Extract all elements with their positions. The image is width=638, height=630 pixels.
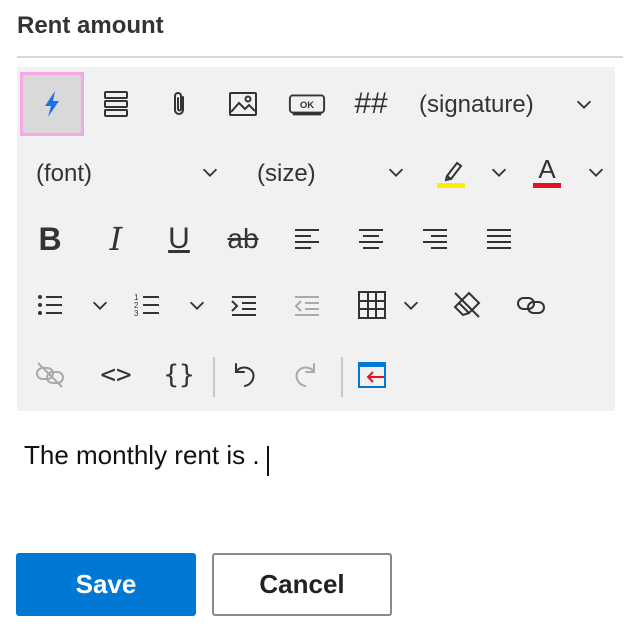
layout-button[interactable] bbox=[86, 74, 146, 134]
align-center-icon bbox=[359, 229, 383, 249]
justify-button[interactable] bbox=[469, 209, 529, 269]
ok-button-icon: OK bbox=[288, 94, 326, 116]
redo-button[interactable] bbox=[277, 345, 337, 405]
field-title: Rent amount bbox=[17, 12, 164, 39]
signature-dropdown-toggle[interactable] bbox=[554, 74, 614, 134]
strikethrough-button[interactable]: ab bbox=[213, 209, 273, 269]
insert-table-dropdown-toggle[interactable] bbox=[381, 275, 441, 335]
chevron-down-icon bbox=[202, 168, 218, 177]
remove-link-button[interactable] bbox=[20, 345, 80, 405]
outdent-icon bbox=[294, 296, 319, 316]
numbered-list-icon: 123 bbox=[134, 293, 159, 318]
italic-button[interactable]: I bbox=[86, 209, 146, 269]
indent-button[interactable] bbox=[214, 275, 274, 335]
quick-insert-button[interactable] bbox=[20, 72, 84, 136]
svg-text:OK: OK bbox=[300, 100, 314, 111]
underline-icon: U bbox=[168, 222, 190, 255]
code-icon: <> bbox=[100, 360, 132, 390]
insert-token-button[interactable]: {} bbox=[149, 345, 209, 405]
braces-icon: {} bbox=[163, 360, 195, 390]
title-divider bbox=[17, 56, 623, 58]
chevron-down-icon bbox=[491, 168, 507, 177]
align-right-icon bbox=[423, 229, 447, 249]
lightning-icon bbox=[45, 91, 59, 117]
undo-button[interactable] bbox=[213, 345, 273, 405]
code-view-button[interactable]: <> bbox=[86, 345, 146, 405]
image-icon bbox=[229, 92, 257, 116]
paperclip-icon bbox=[174, 92, 184, 115]
redo-icon bbox=[295, 363, 315, 387]
signature-dropdown[interactable]: (signature) bbox=[419, 91, 534, 119]
save-button[interactable]: Save bbox=[16, 553, 196, 616]
align-center-button[interactable] bbox=[341, 209, 401, 269]
outdent-button[interactable] bbox=[277, 275, 337, 335]
clear-formatting-icon bbox=[453, 291, 481, 318]
chevron-down-icon bbox=[403, 301, 419, 310]
link-icon bbox=[517, 297, 545, 314]
undo-icon bbox=[235, 363, 255, 387]
align-right-button[interactable] bbox=[405, 209, 465, 269]
chevron-down-icon bbox=[92, 301, 108, 310]
insert-image-button[interactable] bbox=[213, 74, 273, 134]
chevron-down-icon bbox=[388, 168, 404, 177]
svg-text:A: A bbox=[538, 156, 556, 184]
bullet-list-icon bbox=[38, 295, 62, 315]
align-left-button[interactable] bbox=[277, 209, 337, 269]
cancel-button[interactable]: Cancel bbox=[212, 553, 392, 616]
highlighter-icon bbox=[437, 161, 465, 188]
clear-formatting-button[interactable] bbox=[437, 275, 497, 335]
indent-icon bbox=[231, 296, 256, 316]
bold-button[interactable]: B bbox=[20, 209, 80, 269]
underline-button[interactable]: U bbox=[149, 209, 209, 269]
unlink-icon bbox=[36, 362, 64, 388]
font-color-icon: A bbox=[533, 156, 561, 188]
insert-field-button[interactable] bbox=[342, 345, 402, 405]
rich-text-toolbar: OK ## (signature) (font) (size) A B I U … bbox=[17, 67, 615, 411]
font-color-dropdown-toggle[interactable] bbox=[566, 142, 626, 202]
insert-button-button[interactable]: OK bbox=[277, 74, 337, 134]
editor-text: The monthly rent is . bbox=[24, 440, 260, 470]
insert-link-button[interactable] bbox=[501, 275, 561, 335]
justify-icon bbox=[487, 229, 511, 249]
size-dropdown[interactable]: (size) bbox=[257, 160, 316, 188]
font-dropdown-toggle[interactable] bbox=[180, 142, 240, 202]
rows-icon bbox=[104, 91, 128, 117]
align-left-icon bbox=[295, 229, 319, 249]
svg-text:3: 3 bbox=[134, 309, 139, 318]
insert-field-icon bbox=[358, 362, 386, 388]
italic-icon: I bbox=[109, 220, 123, 258]
editor-content[interactable]: The monthly rent is . bbox=[24, 440, 260, 471]
chevron-down-icon bbox=[189, 301, 205, 310]
hash-icon: ## bbox=[354, 87, 388, 120]
text-cursor bbox=[267, 446, 269, 476]
strikethrough-icon: ab bbox=[227, 223, 259, 254]
chevron-down-icon bbox=[576, 100, 592, 109]
chevron-down-icon bbox=[588, 168, 604, 177]
insert-number-button[interactable]: ## bbox=[341, 74, 401, 134]
attach-button[interactable] bbox=[149, 74, 209, 134]
size-dropdown-toggle[interactable] bbox=[366, 142, 426, 202]
font-dropdown[interactable]: (font) bbox=[36, 160, 92, 188]
bold-icon: B bbox=[38, 220, 62, 257]
